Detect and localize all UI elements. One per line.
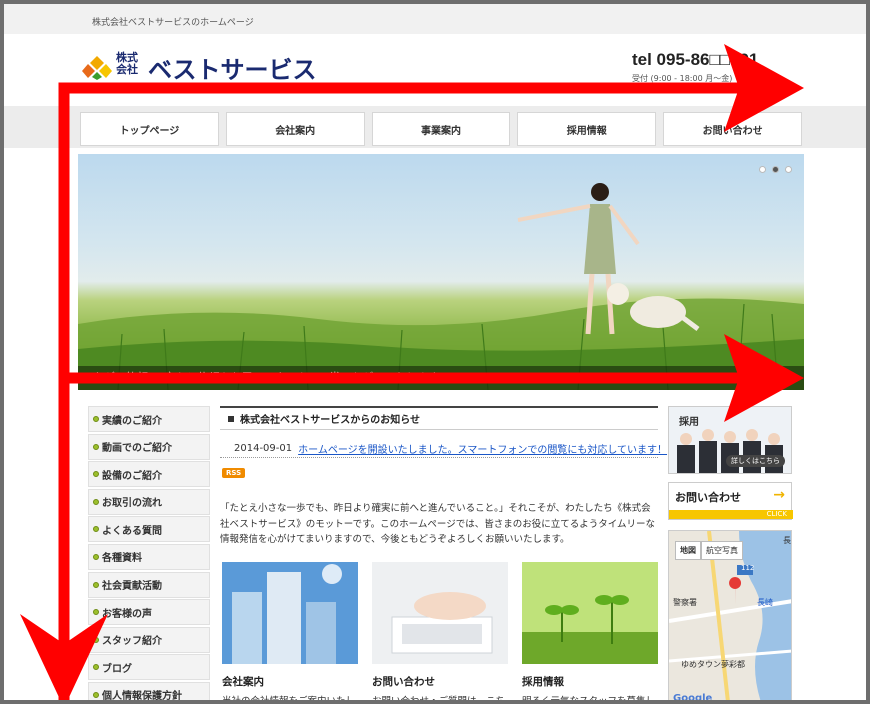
top-strip: 株式会社ベストサービスのホームページ (4, 4, 866, 34)
bullet-icon (93, 498, 99, 505)
map-type-tabs: 地図 航空写真 (675, 541, 743, 560)
card-title: お問い合わせ (372, 676, 435, 688)
slider-dot[interactable] (785, 166, 792, 173)
sidebar-item-faq[interactable]: よくある質問 (88, 516, 210, 543)
logo-mark-icon (82, 56, 112, 80)
sidebar-item-blog[interactable]: ブログ (88, 654, 210, 681)
arrow-right-icon: → (773, 487, 785, 503)
card-title: 会社案内 (222, 676, 264, 688)
recruit-detail-button[interactable]: 詳しくはこちら (726, 455, 785, 467)
slider-dot-active[interactable] (772, 166, 779, 173)
bullet-icon (93, 526, 99, 533)
nav-item-business[interactable]: 事業案内 (371, 112, 511, 146)
nav-item-recruit[interactable]: 採用情報 (517, 112, 657, 146)
right-column: 採用 詳しくはこちら お問い合わせ → CLICK 地図 航空写真 112 長 … (668, 406, 793, 704)
google-map[interactable]: 地図 航空写真 112 長 警察署 長崎 ゆめタウン夢彩都 Google (668, 530, 792, 704)
sidebar-item-label: 個人情報保護方針 (102, 691, 182, 703)
recruit-label: 採用 (679, 417, 699, 428)
hero-image (78, 183, 804, 390)
company-logo[interactable]: 株式会社 ベストサービス (82, 50, 342, 86)
sidebar-item-video[interactable]: 動画でのご紹介 (88, 433, 210, 460)
bullet-icon (93, 553, 99, 560)
sidebar-item-documents[interactable]: 各種資料 (88, 543, 210, 570)
sidebar-item-privacy[interactable]: 個人情報保護方針 (88, 681, 210, 703)
slider-dots (759, 166, 792, 173)
global-nav: トップページ 会社案内 事業案内 採用情報 お問い合わせ (80, 112, 802, 146)
sidebar-item-label: 社会貢献活動 (102, 581, 162, 593)
card-contact[interactable]: お問い合わせ お問い合わせ・ご質問は、こち (372, 562, 508, 704)
laptop-hands-image (372, 562, 508, 664)
sidebar-item-csr[interactable]: 社会貢献活動 (88, 571, 210, 598)
sidebar-item-equipment[interactable]: 設備のご紹介 (88, 461, 210, 488)
click-strip: CLICK (669, 510, 793, 519)
sidebar-item-label: 実績のご紹介 (102, 415, 162, 427)
logo-company-name: ベストサービス (148, 56, 317, 84)
sidebar-item-label: お客様の声 (102, 608, 152, 620)
bullet-icon (93, 471, 99, 478)
nav-item-company[interactable]: 会社案内 (225, 112, 365, 146)
map-tab-map[interactable]: 地図 (675, 541, 701, 560)
contact-label: お問い合わせ (675, 491, 741, 504)
bullet-icon (93, 416, 99, 422)
sidebar-item-flow[interactable]: お取引の流れ (88, 488, 210, 515)
card-title: 採用情報 (522, 676, 564, 688)
recruit-banner[interactable]: 採用 詳しくはこちら (668, 406, 792, 474)
news-item: 2014-09-01 ホームページを開設いたしました。スマートフォンでの閲覧にも… (220, 440, 667, 458)
bullet-icon (93, 691, 99, 698)
news-link[interactable]: ホームページを開設いたしました。スマートフォンでの閲覧にも対応しています！ (298, 441, 667, 456)
map-label-police: 警察署 (673, 598, 697, 607)
bullet-icon (93, 664, 99, 671)
sidebar-item-label: ブログ (102, 663, 132, 675)
map-edge-label: 長 (783, 536, 791, 545)
sidebar-item-voices[interactable]: お客様の声 (88, 599, 210, 626)
main-content: 株式会社ベストサービスからのお知らせ 2014-09-01 ホームページを開設い… (220, 406, 667, 548)
feature-cards: 会社案内 当社の会社情報をご案内いたし お問い合わせ お問い合わせ・ご質問は、こ… (220, 562, 660, 704)
square-bullet-icon (228, 415, 234, 422)
sidebar-item-label: 設備のご紹介 (102, 470, 162, 482)
contact-banner[interactable]: お問い合わせ → CLICK (668, 482, 793, 520)
card-recruit[interactable]: 採用情報 明るく元気なスタッフを募集し (522, 562, 658, 704)
page-frame: 株式会社ベストサービスのホームページ 株式会社 ベストサービス tel 095-… (0, 0, 870, 704)
nav-item-contact[interactable]: お問い合わせ (663, 112, 802, 146)
sidebar-item-label: お取引の流れ (102, 498, 162, 510)
news-heading-text: 株式会社ベストサービスからのお知らせ (240, 415, 420, 426)
card-text: 明るく元気なスタッフを募集し (522, 696, 656, 704)
bullet-icon (93, 581, 99, 588)
sidebar-item-label: スタッフ紹介 (102, 636, 162, 648)
logo-small-text: 株式会社 (116, 51, 138, 76)
site-tagline: 株式会社ベストサービスのホームページ (92, 18, 254, 28)
sidebar-item-staff[interactable]: スタッフ紹介 (88, 626, 210, 653)
card-company[interactable]: 会社案内 当社の会社情報をご案内いたし (222, 562, 358, 704)
news-date: 2014-09-01 (234, 443, 293, 454)
sidebar-menu: 実績のご紹介 動画でのご紹介 設備のご紹介 お取引の流れ よくある質問 各種資料… (88, 406, 210, 703)
card-text: お問い合わせ・ご質問は、こち (372, 696, 506, 704)
bullet-icon (93, 609, 99, 616)
map-label-nagasaki: 長崎 (757, 598, 773, 607)
intro-text: 「たとえ小さな一歩でも、昨日より確実に前へと進んでいること。」それこそが、わたし… (220, 503, 656, 545)
card-text: 当社の会社情報をご案内いたし (222, 696, 356, 704)
slider-caption: つながる笑顔。 安心と信頼をお届けできるよう、常に心がけております。 (78, 366, 804, 390)
map-tab-satellite[interactable]: 航空写真 (701, 541, 743, 560)
sidebar-item-label: 各種資料 (102, 553, 142, 565)
sprouts-image (522, 562, 658, 664)
slider-dot[interactable] (759, 166, 766, 173)
nav-item-top[interactable]: トップページ (80, 112, 219, 146)
google-logo: Google (673, 693, 713, 704)
sidebar-item-results[interactable]: 実績のご紹介 (88, 406, 210, 432)
phone-number: tel 095-86□□891 (632, 50, 759, 69)
map-label-youme: ゆめタウン夢彩都 (681, 660, 745, 669)
buildings-image (222, 562, 358, 664)
news-heading: 株式会社ベストサービスからのお知らせ (220, 406, 658, 430)
rss-badge[interactable]: RSS (222, 468, 246, 478)
bullet-icon (93, 636, 99, 643)
business-hours: 受付 (9:00 - 18:00 月～金) (632, 74, 733, 83)
sidebar-item-label: よくある質問 (102, 525, 162, 537)
bullet-icon (93, 443, 99, 450)
hero-slider[interactable]: つながる笑顔。 安心と信頼をお届けできるよう、常に心がけております。 (78, 154, 804, 390)
map-route-number: 112 (741, 564, 755, 572)
sidebar-item-label: 動画でのご紹介 (102, 443, 172, 455)
